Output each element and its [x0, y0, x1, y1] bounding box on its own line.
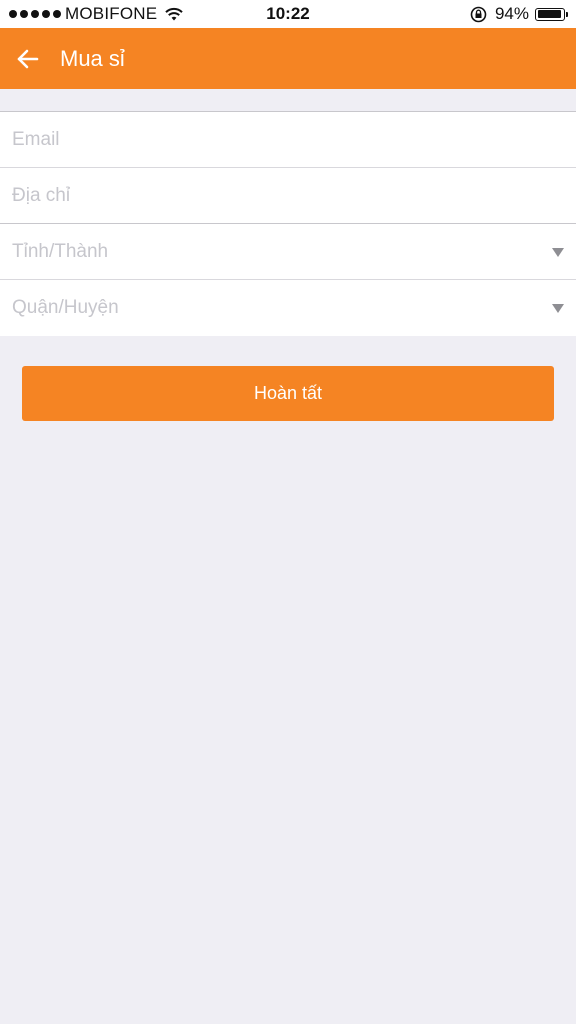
battery-percent: 94%: [494, 4, 529, 23]
address-row: [0, 168, 576, 224]
caret-down-icon: [552, 304, 564, 313]
district-select[interactable]: Quận/Huyện: [0, 280, 576, 336]
arrow-left-icon: [17, 49, 39, 68]
battery-icon: [535, 7, 565, 21]
battery-cap: [566, 11, 568, 17]
app-header: Mua sỉ: [0, 28, 576, 89]
rotation-lock-icon: [470, 6, 487, 22]
address-field[interactable]: [0, 168, 532, 224]
status-right: 94%: [470, 4, 568, 24]
page-title: Mua sỉ: [60, 45, 125, 71]
email-row: [0, 112, 576, 168]
district-select-label: Quận/Huyện: [12, 297, 119, 318]
wholesale-form: Tỉnh/Thành Quận/Huyện: [0, 111, 576, 336]
back-button[interactable]: [0, 28, 60, 89]
complete-button[interactable]: Hoàn tất: [22, 366, 554, 421]
email-field[interactable]: [0, 112, 532, 168]
status-bar: MOBIFONE 10:22 94%: [0, 0, 576, 28]
province-select-label: Tỉnh/Thành: [12, 241, 109, 262]
battery-fill: [537, 10, 561, 18]
caret-down-icon: [552, 248, 564, 257]
province-select[interactable]: Tỉnh/Thành: [0, 224, 576, 280]
